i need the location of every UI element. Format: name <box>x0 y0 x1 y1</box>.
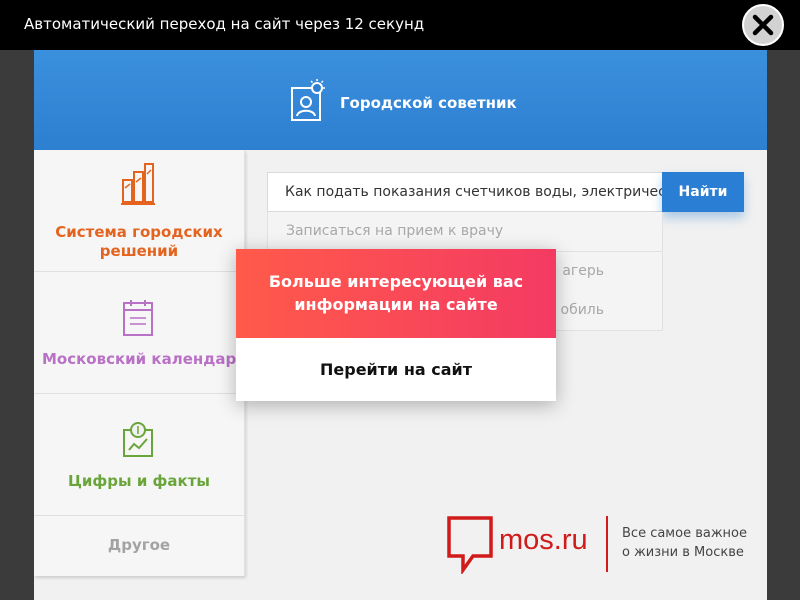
go-to-site-button[interactable]: Перейти на сайт <box>236 338 556 401</box>
sidebar-item-other[interactable]: Другое <box>34 516 244 576</box>
sidebar-item-moscow-calendar[interactable]: Московский календарь <box>34 272 246 394</box>
brand-divider <box>606 516 608 572</box>
go-to-site-modal: Больше интересующей вас информации на са… <box>236 249 556 401</box>
app-title: Городской советник <box>340 94 517 112</box>
mos-ru-logo-icon <box>447 516 493 574</box>
auto-redirect-bar: Автоматический переход на сайт через 12 … <box>0 0 800 50</box>
sidebar-item-facts-figures[interactable]: Цифры и факты <box>34 394 244 516</box>
category-sidebar: Система городских решений Московский кал… <box>34 150 246 576</box>
modal-message: Больше интересующей вас информации на са… <box>268 272 524 314</box>
sidebar-item-label: Другое <box>107 536 171 554</box>
brand-tagline-line: Все самое важное <box>622 526 747 541</box>
facts-coins-icon <box>123 422 153 457</box>
close-button[interactable] <box>742 4 784 46</box>
search-suggestion-text: обиль <box>560 302 605 318</box>
close-icon <box>752 14 774 36</box>
brand-tagline-line: о жизни в Москве <box>622 545 744 560</box>
city-buildings-icon <box>121 163 155 205</box>
search-suggestion-text: агерь <box>562 263 604 279</box>
redirect-countdown-text: Автоматический переход на сайт через 12 … <box>24 15 425 33</box>
advisor-lightbulb-icon <box>291 79 325 121</box>
app-header: Городской советник <box>34 50 767 150</box>
search-button[interactable]: Найти <box>662 172 744 212</box>
sidebar-item-label: Цифры и факты <box>67 472 210 490</box>
search-input[interactable]: Как подать показания счетчиков воды, эле… <box>267 172 663 212</box>
search-suggestion[interactable]: Записаться на прием к врачу <box>267 212 663 252</box>
brand-tagline: Все самое важное о жизни в Москве <box>622 524 747 562</box>
search-query-text: Как подать показания счетчиков воды, эле… <box>285 184 663 200</box>
calendar-icon <box>123 300 153 336</box>
sidebar-item-label: Система городских решений <box>55 223 223 260</box>
sidebar-item-label: Московский календарь <box>42 350 246 368</box>
mos-ru-wordmark: mos.ru <box>499 524 588 556</box>
search-suggestion-text: Записаться на прием к врачу <box>286 223 504 239</box>
sidebar-item-city-solutions[interactable]: Система городских решений <box>34 150 244 272</box>
modal-banner: Больше интересующей вас информации на са… <box>236 249 556 338</box>
